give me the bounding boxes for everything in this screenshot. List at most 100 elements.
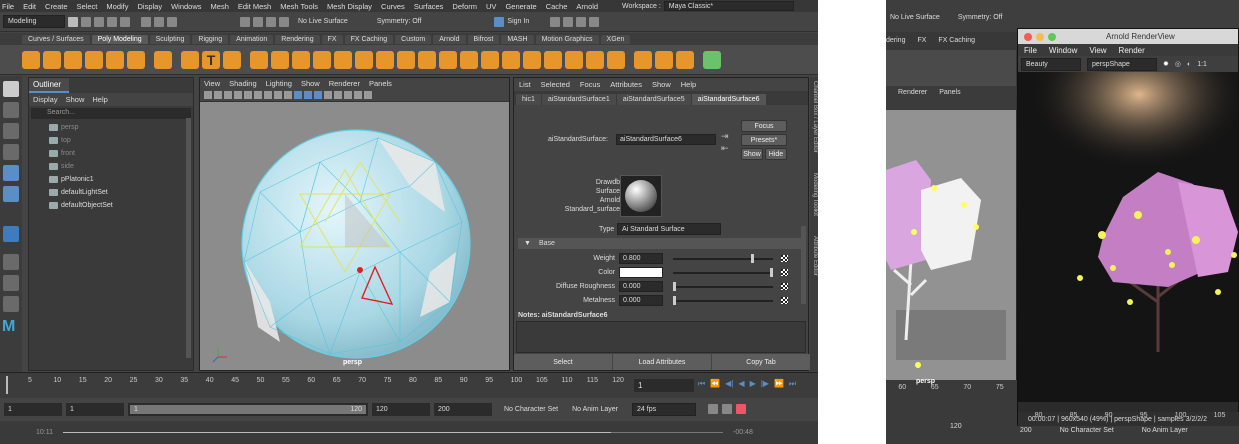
shelf-editor-icon[interactable]	[703, 50, 721, 69]
outliner-scrollbar[interactable]	[186, 118, 191, 358]
extrude-icon[interactable]	[355, 50, 373, 69]
paint-select-icon[interactable]	[3, 123, 19, 139]
menu-item-edit[interactable]: Edit	[23, 2, 36, 11]
poly-sphere-icon[interactable]	[22, 50, 40, 69]
aov-dropdown[interactable]: Beauty	[1021, 57, 1081, 71]
shelf-tab-poly-modeling[interactable]: Poly Modeling	[91, 34, 148, 44]
attr-slider-handle[interactable]	[673, 295, 676, 305]
outliner-item[interactable]: defaultObjectSet	[29, 199, 193, 212]
anim-layer-dropdown[interactable]: No Anim Layer	[572, 406, 618, 413]
save-scene-icon[interactable]	[94, 16, 104, 27]
loop-icon[interactable]	[708, 404, 719, 414]
smooth-icon[interactable]	[292, 50, 310, 69]
ae-menu-show[interactable]: Show	[652, 80, 671, 89]
side-tab-modeling-toolkit[interactable]: Modeling Toolkit	[810, 173, 818, 216]
side-tab-attribute-editor[interactable]: Attribute Editor	[810, 236, 818, 276]
anim-end-field[interactable]: 200	[434, 402, 492, 416]
lasso-tool-icon[interactable]	[3, 102, 19, 118]
fps-dropdown[interactable]: 24 fps	[632, 402, 697, 416]
play-back-icon[interactable]: ◀	[738, 379, 744, 389]
load-attributes-button[interactable]: Load Attributes	[613, 354, 711, 370]
attr-value-field[interactable]: 0.000	[619, 295, 663, 306]
uv-editor-icon[interactable]	[565, 50, 583, 69]
merge-icon[interactable]	[439, 50, 457, 69]
gamma-icon[interactable]	[354, 91, 362, 99]
outliner-layout-icon[interactable]	[3, 296, 19, 312]
range-slider-track[interactable]: 1 120	[128, 402, 368, 416]
quad-draw-icon[interactable]	[523, 50, 541, 69]
select-component-icon[interactable]	[167, 16, 177, 27]
menu-item-curves[interactable]: Curves	[381, 2, 405, 11]
go-to-end-icon[interactable]: ⏭	[789, 379, 796, 389]
resolution-icon[interactable]	[294, 91, 302, 99]
step-forward-key-icon[interactable]: ⏩	[774, 379, 784, 389]
menu-item-modify[interactable]: Modify	[106, 2, 128, 11]
minimize-window-icon[interactable]	[1036, 32, 1044, 41]
shadows-icon[interactable]	[264, 91, 272, 99]
outliner-item[interactable]: front	[29, 147, 193, 160]
menu-item-generate[interactable]: Generate	[505, 2, 536, 11]
select-hierarchy-icon[interactable]	[141, 16, 151, 27]
material-swatch[interactable]	[620, 175, 662, 217]
mode-dropdown[interactable]: Modeling	[3, 15, 65, 28]
attr-slider[interactable]	[673, 295, 773, 305]
menu-item-mesh-tools[interactable]: Mesh Tools	[280, 2, 318, 11]
menu-item-display[interactable]: Display	[138, 2, 163, 11]
side-tab-channel-box-layer-editor[interactable]: Channel Box / Layer Editor	[810, 81, 818, 153]
output-connection-icon[interactable]: ⇤	[721, 143, 729, 154]
map-button-icon[interactable]	[781, 269, 788, 276]
outliner-item[interactable]: pPlatonic1	[29, 173, 193, 186]
viewport-menu-show[interactable]: Show	[301, 79, 320, 88]
map-button-icon[interactable]	[781, 255, 788, 262]
step-back-key-icon[interactable]: ⏪	[710, 379, 720, 389]
time-slider[interactable]: 1 ⏮ ⏪ ◀| ◀ ▶ |▶ ⏩ ⏭ 5 10 15 20 25 30 35 40 45 50 5…	[0, 372, 818, 398]
snap-point-icon[interactable]	[266, 16, 276, 27]
shelf-tab-mash[interactable]: MASH	[501, 34, 534, 44]
wireframe-icon[interactable]	[224, 91, 232, 99]
grid-icon[interactable]	[214, 91, 222, 99]
focus-button[interactable]: Focus	[741, 120, 787, 132]
outliner-item[interactable]: side	[29, 160, 193, 173]
play-forward-icon[interactable]: ▶	[750, 379, 756, 389]
viewport-menu-renderer[interactable]: Renderer	[329, 79, 360, 88]
attr-value-field[interactable]: 0.800	[619, 253, 663, 264]
attr-slider[interactable]	[673, 281, 773, 291]
auto-key-icon[interactable]	[722, 404, 733, 414]
step-forward-frame-icon[interactable]: |▶	[761, 379, 769, 389]
preferences-icon[interactable]	[736, 404, 747, 414]
mirror-icon[interactable]	[334, 50, 352, 69]
isolate-icon[interactable]	[274, 91, 282, 99]
menu-item-select[interactable]: Select	[77, 2, 98, 11]
hide-button[interactable]: Hide	[765, 148, 787, 160]
shelf-tab-rendering[interactable]: Rendering	[275, 34, 320, 44]
outliner-item[interactable]: persp	[29, 121, 193, 134]
snap-surface-icon[interactable]	[279, 16, 289, 27]
select-tool-icon[interactable]	[3, 81, 19, 97]
outliner-item[interactable]: top	[29, 134, 193, 147]
video-progress-track[interactable]	[63, 432, 723, 433]
safe-action-icon[interactable]	[314, 91, 322, 99]
workspace-selector[interactable]: Workspace : Maya Classic*	[622, 0, 794, 12]
menu-item-arnold[interactable]: Arnold	[576, 2, 598, 11]
render-refresh-icon[interactable]: ✹	[1163, 60, 1169, 68]
shelf-tab-sculpting[interactable]: Sculpting	[149, 34, 191, 44]
menu-item-mesh-display[interactable]: Mesh Display	[327, 2, 372, 11]
shelf-tab-fx[interactable]: FX	[321, 34, 343, 44]
attribute-editor-scrollbar[interactable]	[801, 226, 806, 304]
ae-tab-hic1[interactable]: hic1	[516, 94, 541, 105]
step-back-frame-icon[interactable]: ◀|	[725, 379, 733, 389]
sign-in-icon[interactable]	[494, 16, 505, 27]
ae-tab-aistandardsurface1[interactable]: aiStandardSurface1	[541, 94, 616, 105]
bevel-icon[interactable]	[397, 50, 415, 69]
ae-menu-attributes[interactable]: Attributes	[610, 80, 642, 89]
menu-item-mesh[interactable]: Mesh	[211, 2, 229, 11]
poly-cone-icon[interactable]	[85, 50, 103, 69]
viewport-menu-lighting[interactable]: Lighting	[266, 79, 292, 88]
viewport-menu-shading[interactable]: Shading	[229, 79, 257, 88]
render-settings-icon[interactable]	[576, 16, 587, 27]
snap-curve-icon[interactable]	[253, 16, 263, 27]
target-weld-icon[interactable]	[460, 50, 478, 69]
undo-icon[interactable]	[107, 16, 117, 27]
shelf-tab-curves-surfaces[interactable]: Curves / Surfaces	[22, 34, 90, 44]
outliner-menu-help[interactable]: Help	[92, 95, 107, 104]
